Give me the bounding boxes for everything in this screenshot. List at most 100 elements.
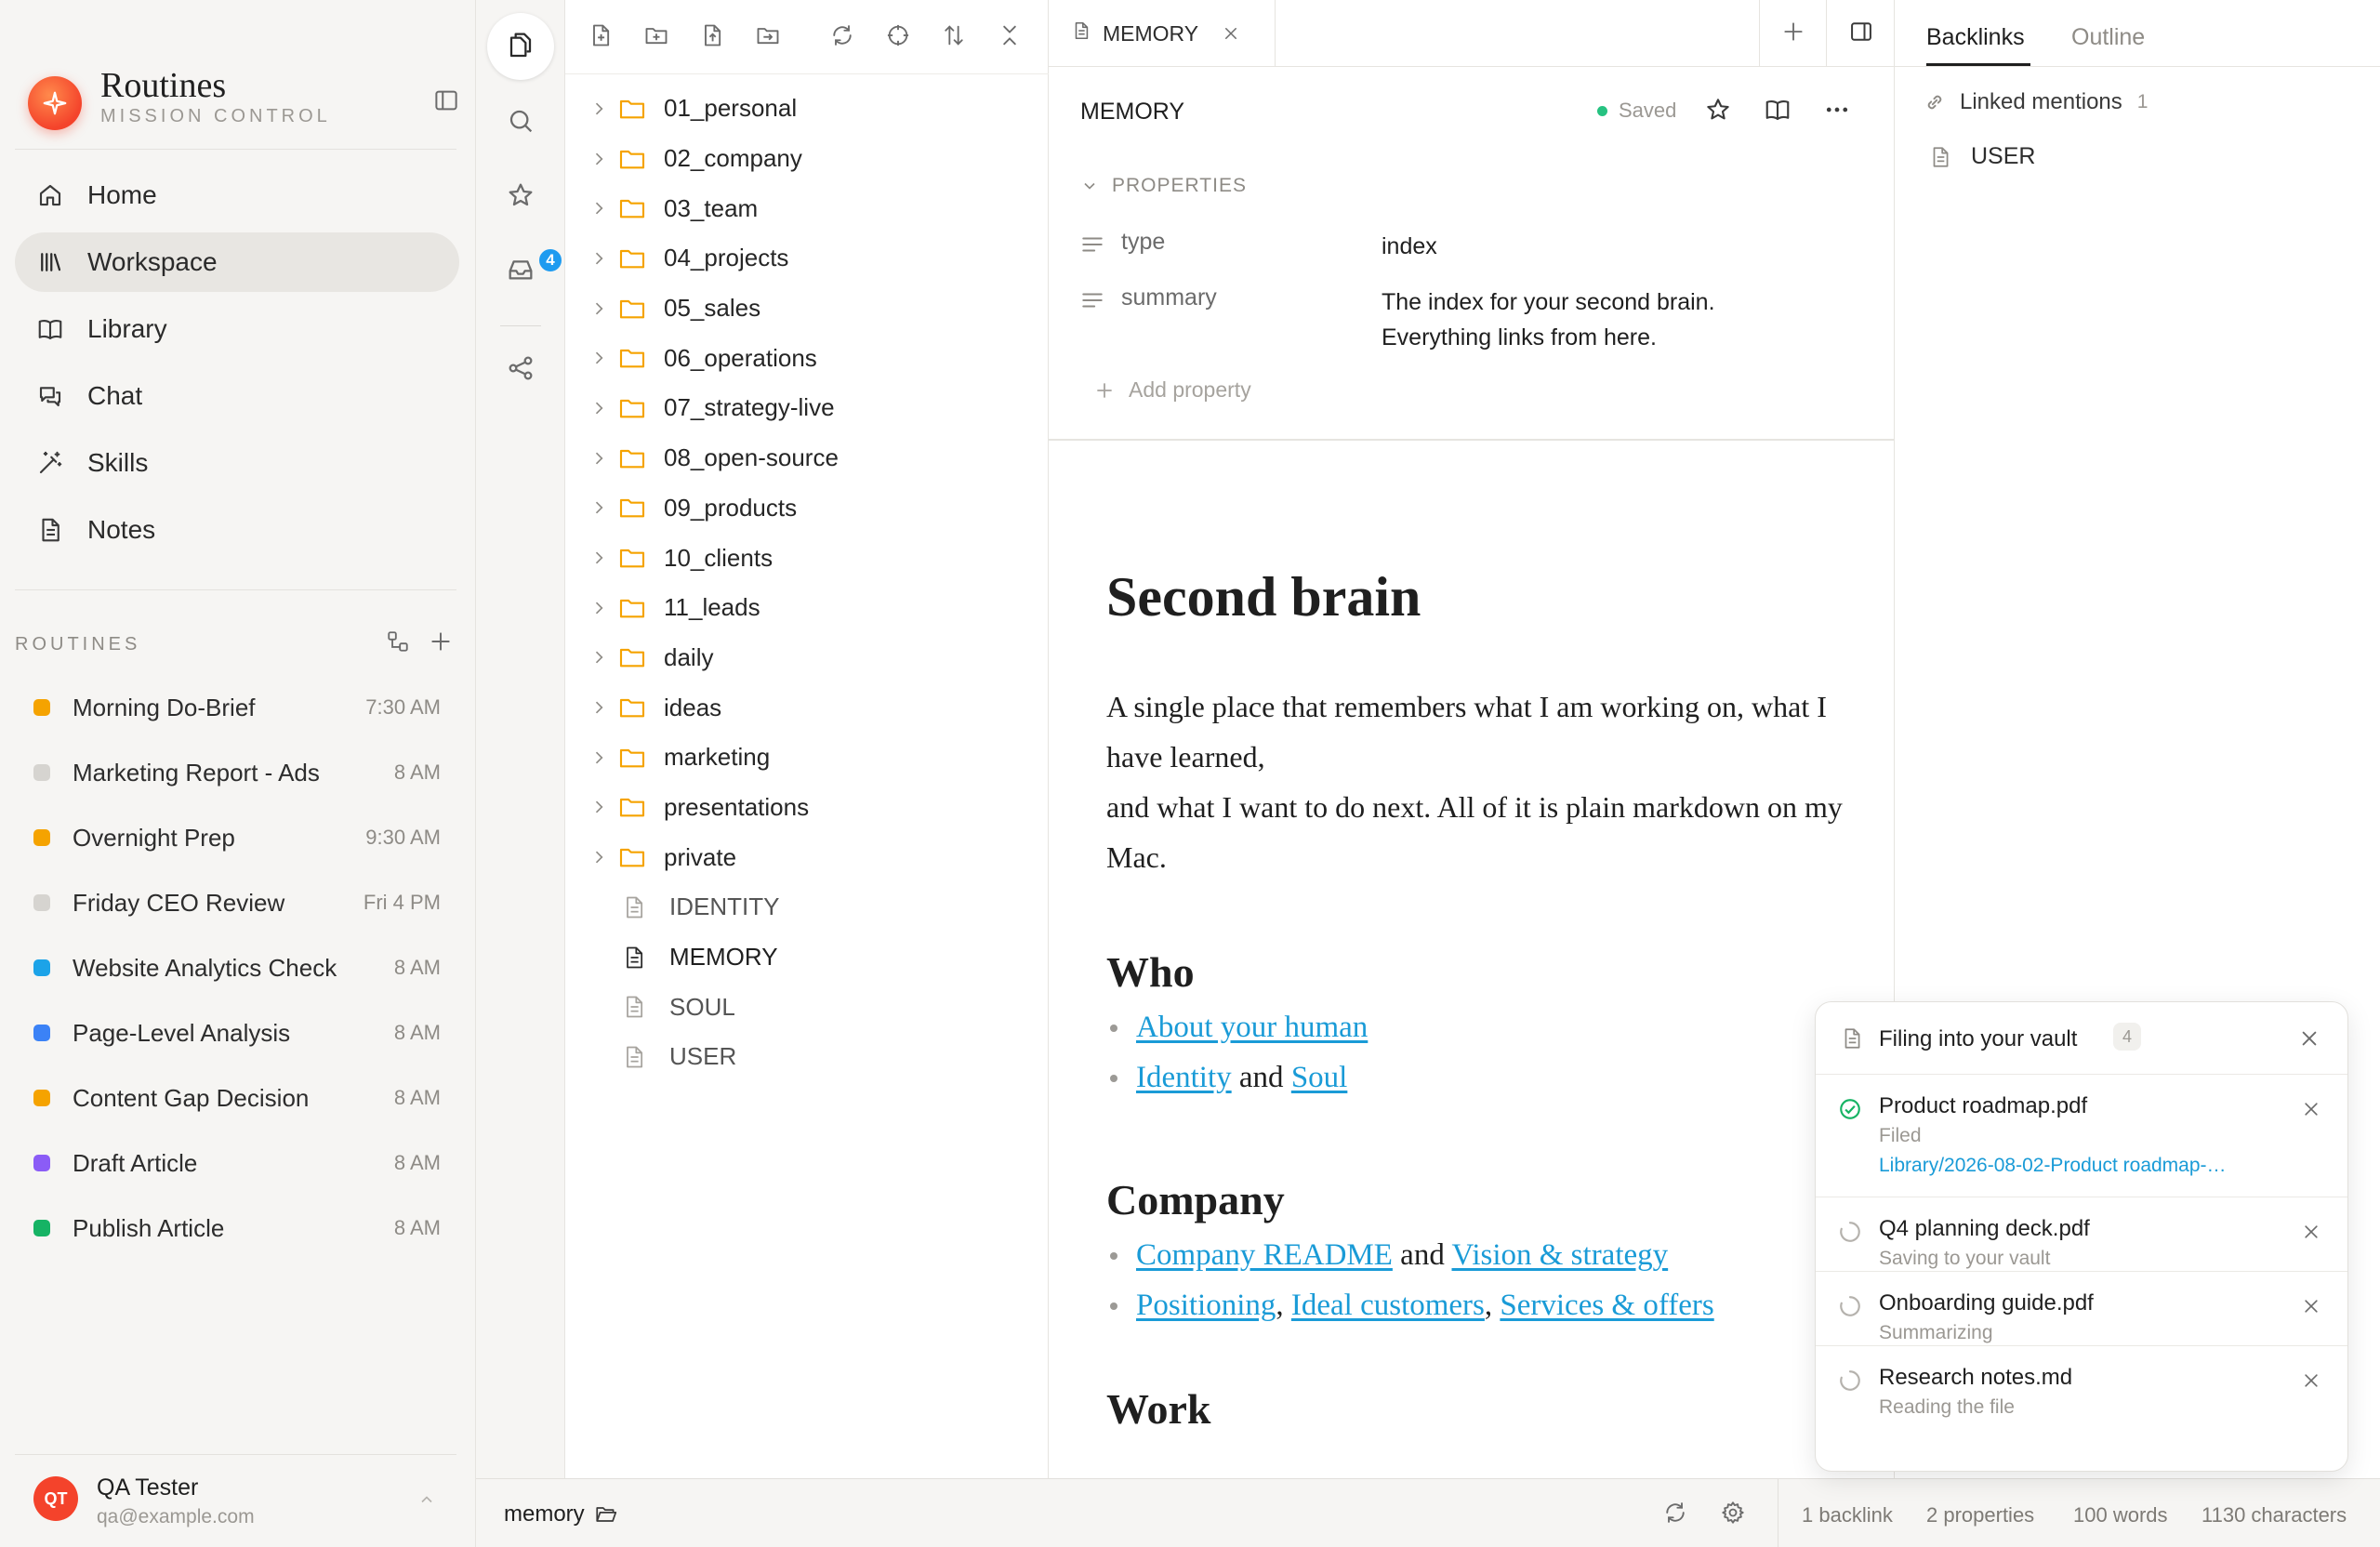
chevron-right-icon[interactable] [565,199,614,218]
chevron-right-icon[interactable] [565,698,614,717]
close-tab-icon[interactable] [1223,25,1239,42]
link-positioning[interactable]: Positioning [1136,1289,1276,1322]
chevron-right-icon[interactable] [565,648,614,667]
folder-item[interactable]: 10_clients [565,533,1049,583]
chevron-right-icon[interactable] [565,150,614,168]
chevron-right-icon[interactable] [565,399,614,417]
folder-item[interactable]: private [565,832,1049,882]
chevron-right-icon[interactable] [565,599,614,617]
routine-item[interactable]: Publish Article 8 AM [15,1196,459,1261]
nav-skills[interactable]: Skills [15,433,459,493]
routine-item[interactable]: Content Gap Decision 8 AM [15,1065,459,1130]
chevron-right-icon[interactable] [565,349,614,367]
nav-notes[interactable]: Notes [15,500,459,560]
routine-item[interactable]: Page-Level Analysis 8 AM [15,1000,459,1065]
sync-button[interactable] [1659,1498,1692,1531]
folder-item[interactable]: 03_team [565,183,1049,233]
collapse-all-button[interactable] [991,19,1028,56]
nav-workspace[interactable]: Workspace [15,232,459,292]
reading-view-button[interactable] [1759,93,1796,130]
files-rail-button[interactable] [487,13,554,80]
add-routine-button[interactable] [424,625,457,658]
close-toast-button[interactable] [2294,1023,2325,1054]
collapse-sidebar-button[interactable] [428,82,465,119]
chevron-right-icon[interactable] [565,549,614,567]
routine-item[interactable]: Draft Article 8 AM [15,1130,459,1196]
chevron-right-icon[interactable] [565,449,614,468]
inbox-rail-button[interactable]: 4 [487,238,563,305]
link-about-your-human[interactable]: About your human [1136,1011,1368,1044]
property-value[interactable]: index [1382,229,1846,264]
search-rail-button[interactable] [487,89,554,156]
folder-item[interactable]: 11_leads [565,583,1049,633]
nav-home[interactable]: Home [15,165,459,225]
graph-rail-button[interactable] [487,337,554,403]
routines-flow-button[interactable] [381,625,415,658]
dismiss-job-button[interactable] [2297,1292,2325,1320]
starred-rail-button[interactable] [487,164,554,231]
new-note-button[interactable] [582,19,619,56]
chevron-right-icon[interactable] [565,249,614,268]
link-vision-strategy[interactable]: Vision & strategy [1451,1238,1668,1272]
move-to-folder-button[interactable] [749,19,787,56]
dismiss-job-button[interactable] [2297,1367,2325,1395]
file-item[interactable]: SOUL [565,982,1049,1032]
folder-item[interactable]: presentations [565,783,1049,833]
folder-item[interactable]: ideas [565,682,1049,733]
linked-mentions-header[interactable]: Linked mentions 1 [1923,89,2148,115]
user-card[interactable]: QT QA Tester qa@example.com [15,1456,459,1540]
chevron-right-icon[interactable] [565,299,614,318]
folder-item[interactable]: 09_products [565,483,1049,534]
chevron-right-icon[interactable] [565,498,614,517]
folder-item[interactable]: 08_open-source [565,433,1049,483]
file-item[interactable]: USER [565,1032,1049,1082]
file-item[interactable]: IDENTITY [565,882,1049,932]
folder-item[interactable]: 04_projects [565,233,1049,284]
folder-item[interactable]: 07_strategy-live [565,383,1049,433]
chevron-right-icon[interactable] [565,848,614,866]
new-folder-button[interactable] [638,19,675,56]
chevron-up-icon[interactable] [413,1486,441,1514]
dismiss-job-button[interactable] [2297,1095,2325,1123]
add-property-button[interactable]: Add property [1093,377,1251,403]
folder-item[interactable]: 05_sales [565,284,1049,334]
tab-backlinks[interactable]: Backlinks [1926,24,2025,51]
folder-item[interactable]: 02_company [565,134,1049,184]
properties-toggle[interactable]: PROPERTIES [1080,175,1247,197]
link-company-readme[interactable]: Company README [1136,1238,1393,1272]
folder-item[interactable]: marketing [565,733,1049,783]
folder-item[interactable]: 01_personal [565,84,1049,134]
routine-item[interactable]: Website Analytics Check 8 AM [15,935,459,1000]
link-identity[interactable]: Identity [1136,1061,1232,1094]
link-soul[interactable]: Soul [1291,1061,1348,1094]
dismiss-job-button[interactable] [2297,1218,2325,1246]
link-ideal-customers[interactable]: Ideal customers [1291,1289,1485,1322]
tab-outline[interactable]: Outline [2071,24,2145,51]
folder-item[interactable]: daily [565,633,1049,683]
job-destination-link[interactable]: Library/2026-08-02-Product roadmap-… [1879,1155,2227,1177]
more-options-button[interactable] [1818,93,1856,130]
refresh-button[interactable] [824,19,861,56]
property-value[interactable]: The index for your second brain. Everyth… [1382,284,1846,355]
current-path[interactable]: memory [504,1501,618,1527]
routine-item[interactable]: Marketing Report - Ads 8 AM [15,740,459,805]
routine-item[interactable]: Overnight Prep 9:30 AM [15,805,459,870]
routine-item[interactable]: Friday CEO Review Fri 4 PM [15,870,459,935]
new-tab-button[interactable] [1759,0,1826,67]
link-services-offers[interactable]: Services & offers [1500,1289,1713,1322]
document-content[interactable]: Second brain A single place that remembe… [1106,565,1850,1439]
star-document-button[interactable] [1699,93,1737,130]
upload-file-button[interactable] [694,19,731,56]
toggle-right-panel-button[interactable] [1826,0,1894,67]
locate-file-button[interactable] [879,19,917,56]
tab-memory[interactable]: MEMORY [1049,0,1276,67]
chevron-right-icon[interactable] [565,798,614,816]
settings-button[interactable] [1716,1498,1750,1531]
nav-chat[interactable]: Chat [15,366,459,426]
file-item[interactable]: MEMORY [565,932,1049,983]
nav-library[interactable]: Library [15,299,459,359]
chevron-right-icon[interactable] [565,748,614,767]
folder-item[interactable]: 06_operations [565,333,1049,383]
sort-button[interactable] [935,19,972,56]
chevron-right-icon[interactable] [565,99,614,118]
